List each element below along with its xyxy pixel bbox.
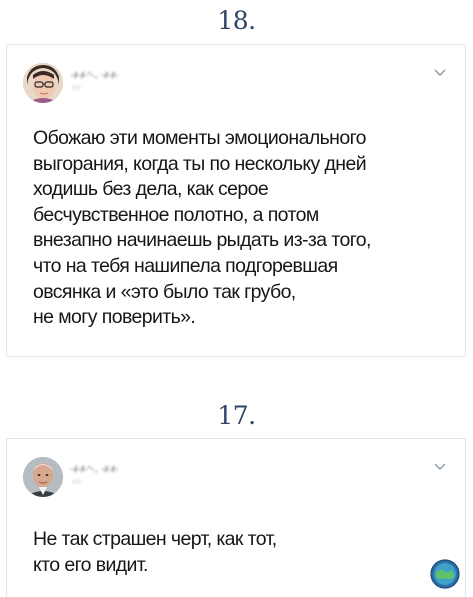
section-number: 18. bbox=[217, 6, 256, 35]
tweet-card[interactable]: ·/·/·'·. ·/·/· ·/·/· Обожаю эти моменты … bbox=[6, 44, 466, 357]
tweet-text: Не так страшен черт, как тот, кто его ви… bbox=[33, 528, 277, 576]
avatar[interactable] bbox=[23, 457, 63, 497]
meme-page: 18. ·/·/·'·. ·/·/· ·/·/· Обожаю эти моме… bbox=[0, 0, 473, 597]
author-handle[interactable]: ·/·/· bbox=[71, 85, 82, 92]
tweet-text: Обожаю эти моменты эмоционального выгора… bbox=[33, 127, 371, 329]
chevron-down-icon[interactable] bbox=[433, 65, 447, 79]
section-number: 17. bbox=[217, 401, 256, 430]
author-name[interactable]: ·/·/·'·. ·/·/· bbox=[71, 465, 119, 474]
tweet-card[interactable]: ·/·/·'·. ·/·/· ·/·/· Не так страшен черт… bbox=[6, 438, 466, 597]
chevron-down-icon[interactable] bbox=[433, 459, 447, 473]
avatar-photo-icon bbox=[23, 63, 63, 103]
avatar[interactable] bbox=[23, 63, 63, 103]
avatar-photo-icon bbox=[23, 457, 63, 497]
globe-logo-icon bbox=[430, 559, 460, 589]
author-name[interactable]: ·/·/·'·. ·/·/· bbox=[71, 71, 119, 80]
author-handle[interactable]: ·/·/· bbox=[71, 479, 82, 486]
